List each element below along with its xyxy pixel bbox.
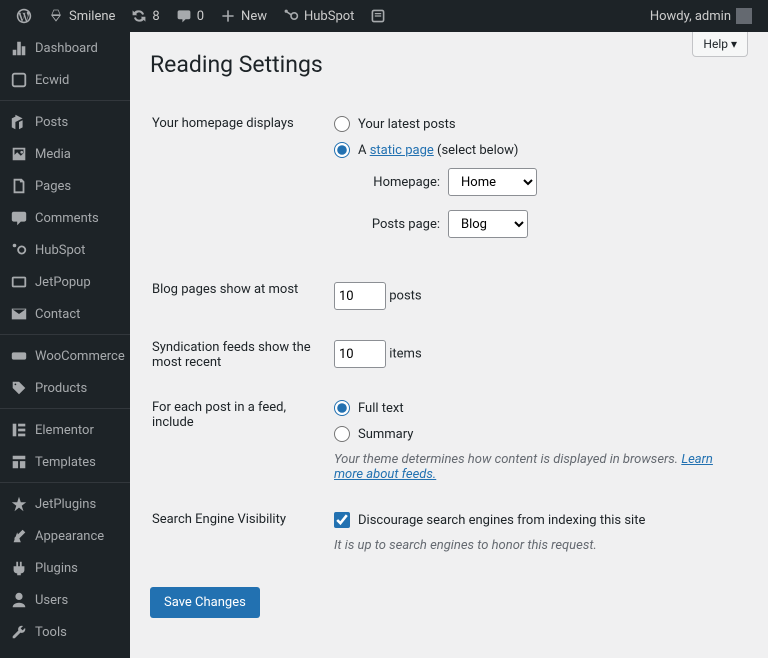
ecwid-menu[interactable] (362, 0, 394, 32)
new-content[interactable]: New (212, 0, 275, 32)
sidebar-item-products[interactable]: Products (0, 372, 130, 404)
sidebar-item-posts[interactable]: Posts (0, 106, 130, 138)
visibility-checkbox[interactable] (334, 512, 350, 528)
row-label-homepage: Your homepage displays (152, 102, 332, 266)
postspage-select[interactable]: Blog (448, 210, 528, 238)
comments-count[interactable]: 0 (168, 0, 212, 32)
sidebar-item-pages[interactable]: Pages (0, 170, 130, 202)
row-label-blogpages: Blog pages show at most (152, 268, 332, 324)
homepage-select[interactable]: Home (448, 168, 537, 196)
sidebar-item-woocommerce[interactable]: WooCommerce (0, 340, 130, 372)
admin-bar: Smilene 8 0 New HubSpot Howdy, admin (0, 0, 768, 32)
help-button[interactable]: Help ▾ (692, 32, 748, 57)
visibility-description: It is up to search engines to honor this… (334, 538, 736, 553)
sidebar-item-templates[interactable]: Templates (0, 446, 130, 478)
wp-logo[interactable] (8, 0, 40, 32)
hubspot-menu[interactable]: HubSpot (275, 0, 362, 32)
sidebar-item-jetplugins[interactable]: JetPlugins (0, 488, 130, 520)
sidebar-item-appearance[interactable]: Appearance (0, 520, 130, 552)
radio-latest-posts[interactable] (334, 116, 350, 132)
sidebar-item-tools[interactable]: Tools (0, 616, 130, 648)
syndication-input[interactable] (334, 340, 386, 368)
blogpages-input[interactable] (334, 282, 386, 310)
sidebar-item-ecwid[interactable]: Ecwid (0, 64, 130, 96)
account[interactable]: Howdy, admin (642, 0, 760, 32)
sidebar-item-jetpopup[interactable]: JetPopup (0, 266, 130, 298)
sidebar-item-elementor[interactable]: Elementor (0, 414, 130, 446)
sidebar-item-comments[interactable]: Comments (0, 202, 130, 234)
row-label-visibility: Search Engine Visibility (152, 498, 332, 567)
admin-sidebar: DashboardEcwid PostsMediaPagesCommentsHub… (0, 32, 130, 658)
site-name[interactable]: Smilene (40, 0, 123, 32)
sidebar-item-users[interactable]: Users (0, 584, 130, 616)
updates[interactable]: 8 (123, 0, 167, 32)
sidebar-item-plugins[interactable]: Plugins (0, 552, 130, 584)
save-button[interactable]: Save Changes (150, 587, 260, 618)
row-label-feed: For each post in a feed, include (152, 386, 332, 496)
feed-description: Your theme determines how content is dis… (334, 452, 736, 482)
radio-full-text[interactable] (334, 400, 350, 416)
sidebar-item-hubspot[interactable]: HubSpot (0, 234, 130, 266)
avatar-icon (736, 8, 752, 24)
row-label-syndication: Syndication feeds show the most recent (152, 326, 332, 384)
sidebar-item-media[interactable]: Media (0, 138, 130, 170)
sidebar-item-dashboard[interactable]: Dashboard (0, 32, 130, 64)
radio-summary[interactable] (334, 426, 350, 442)
page-title: Reading Settings (150, 51, 748, 78)
sidebar-item-contact[interactable]: Contact (0, 298, 130, 330)
static-page-link[interactable]: static page (370, 143, 434, 158)
radio-static-page[interactable] (334, 142, 350, 158)
content-area: Help ▾ Reading Settings Your homepage di… (130, 32, 768, 658)
